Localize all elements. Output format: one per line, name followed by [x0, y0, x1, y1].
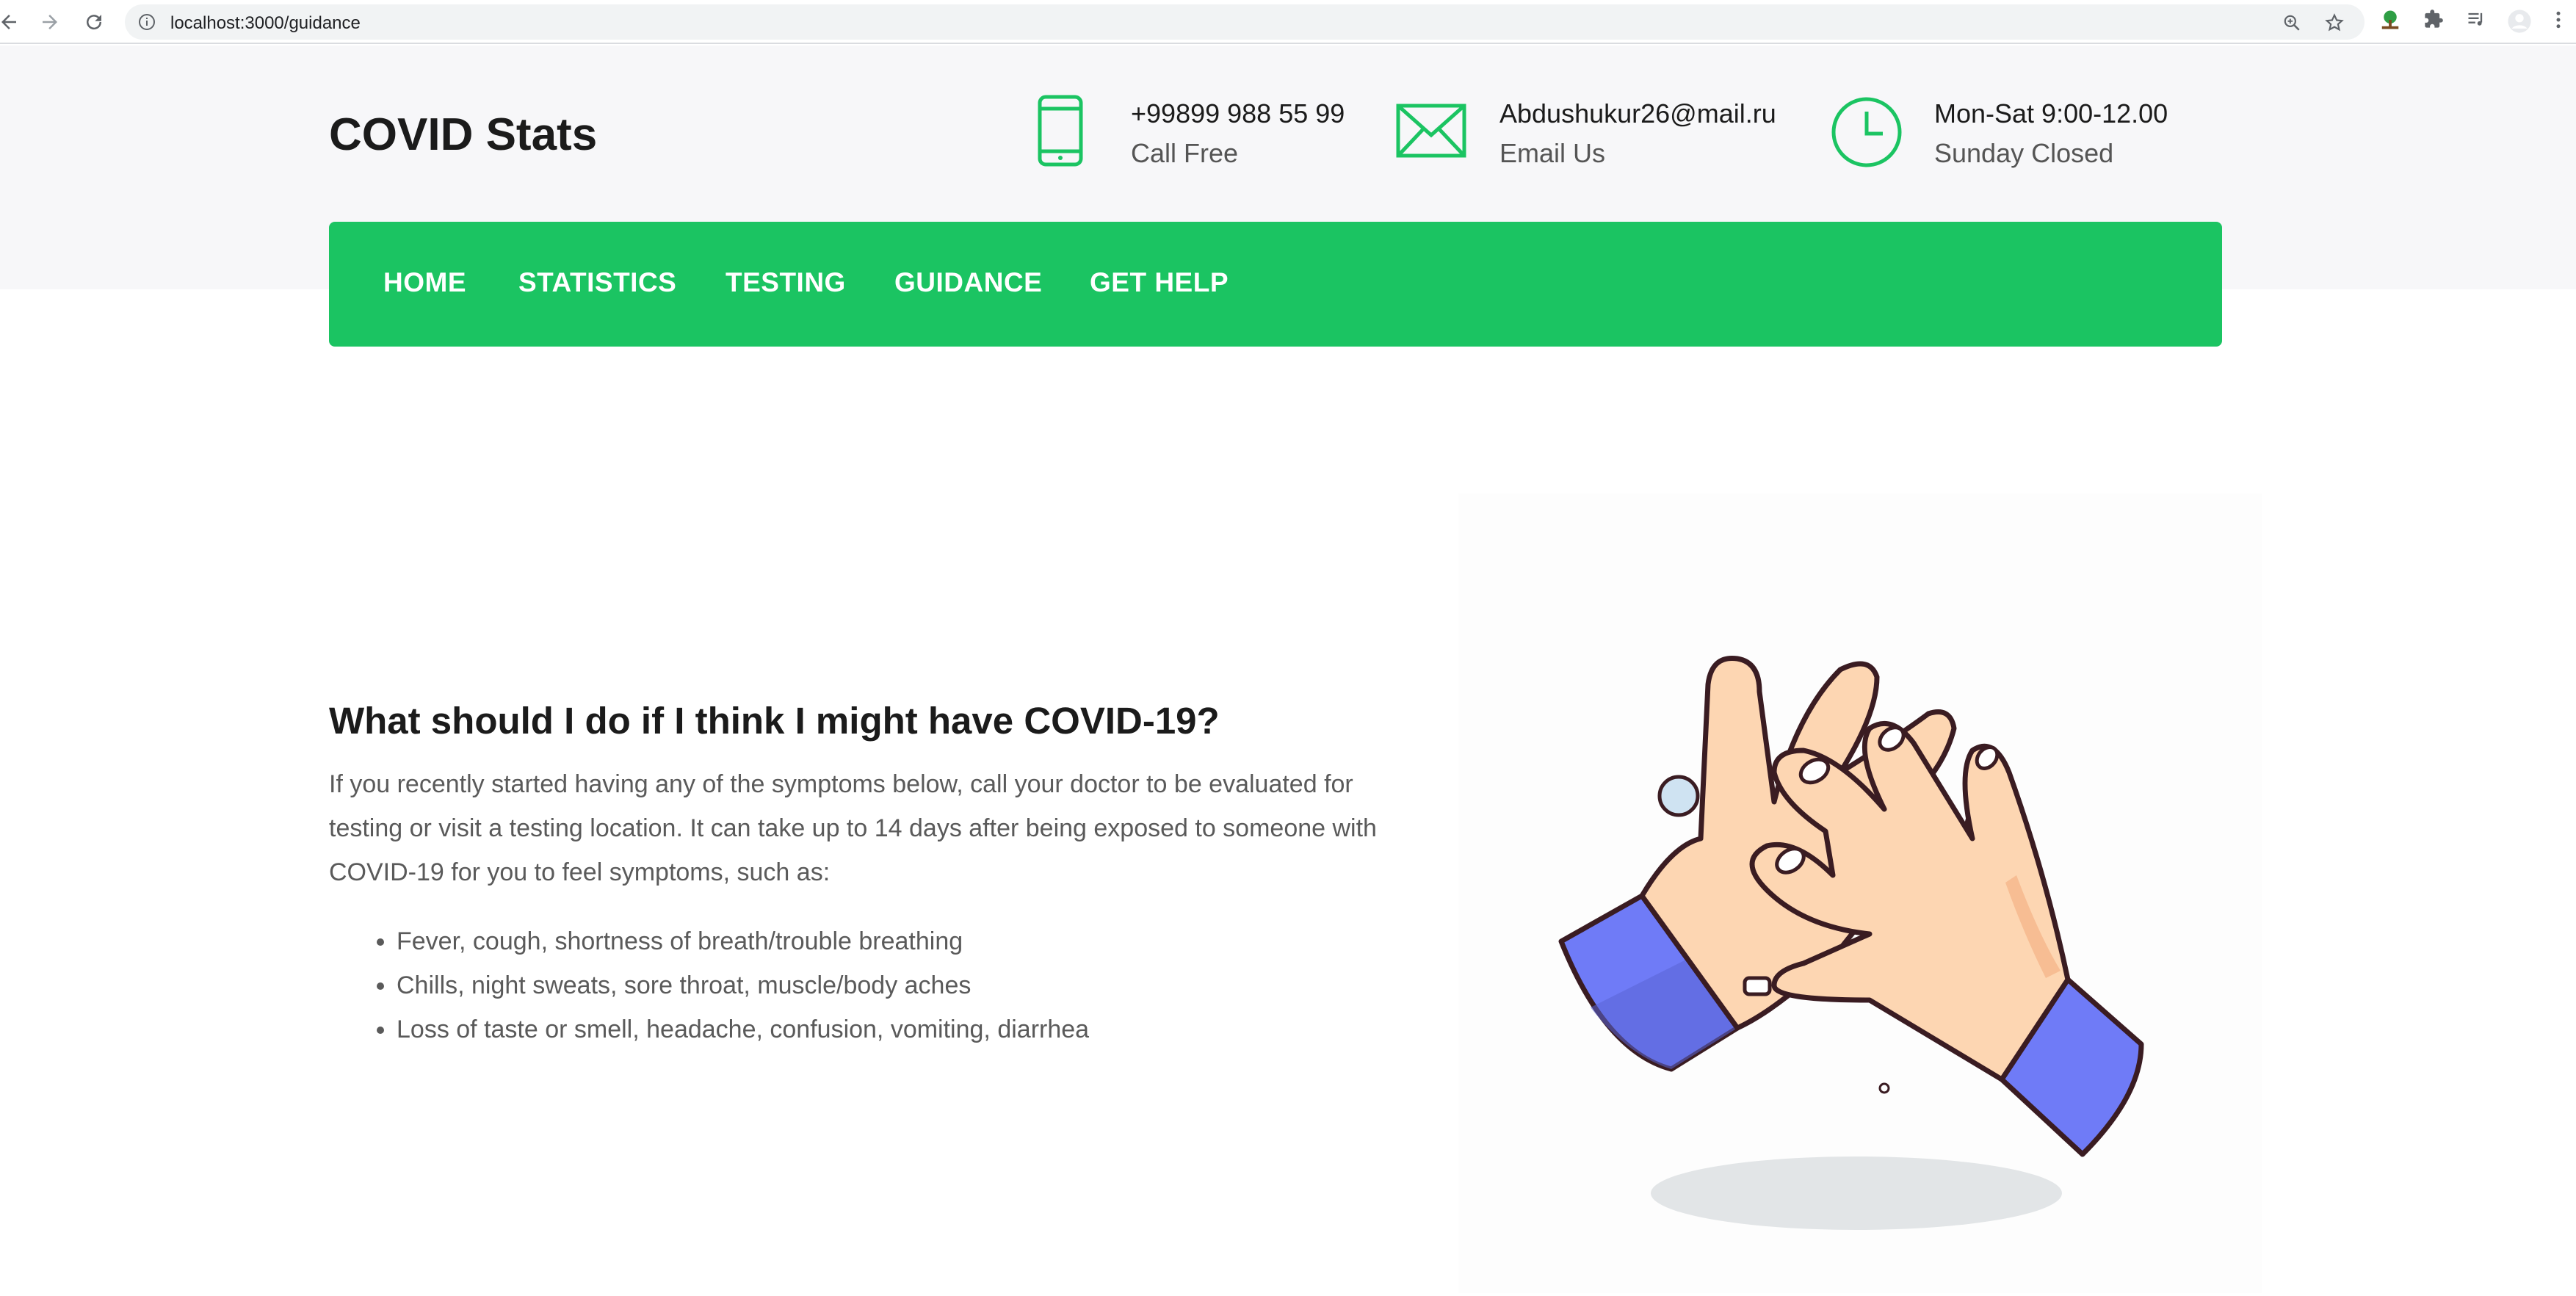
hours-sunday: Sunday Closed	[1934, 138, 2114, 168]
site-logo[interactable]: COVID Stats	[329, 109, 597, 161]
browser-toolbar: localhost:3000/guidance	[0, 0, 2576, 44]
profile-avatar-icon[interactable]	[2507, 9, 2532, 37]
phone-icon	[1037, 94, 1088, 170]
browser-menu-icon[interactable]	[2553, 9, 2564, 34]
zoom-icon[interactable]	[2282, 13, 2301, 35]
nav-item-home[interactable]: HOME	[383, 267, 466, 298]
list-item: Chills, night sweats, sore throat, muscl…	[397, 963, 1089, 1007]
hand-washing-illustration	[1458, 493, 2262, 1293]
hand-washing-image	[1558, 655, 2144, 1230]
email-caption: Email Us	[1499, 138, 1606, 168]
forward-icon[interactable]	[37, 9, 63, 35]
symptom-list: Fever, cough, shortness of breath/troubl…	[397, 919, 1089, 1051]
list-item: Fever, cough, shortness of breath/troubl…	[397, 919, 1089, 963]
media-queue-icon[interactable]	[2466, 9, 2486, 32]
mail-icon	[1395, 103, 1467, 162]
list-item: Loss of taste or smell, headache, confus…	[397, 1007, 1089, 1051]
back-icon[interactable]	[0, 9, 22, 35]
hours-weekday: Mon-Sat 9:00-12.00	[1934, 98, 2168, 128]
address-url[interactable]: localhost:3000/guidance	[170, 13, 361, 34]
address-bar[interactable]: localhost:3000/guidance	[125, 4, 2365, 40]
reload-icon[interactable]	[81, 9, 107, 35]
contact-hours: Mon-Sat 9:00-12.00 Sunday Closed	[1830, 94, 2212, 175]
main-nav: HOME STATISTICS TESTING GUIDANCE GET HEL…	[329, 222, 2222, 347]
contact-phone: +99899 988 55 99 Call Free	[1037, 94, 1389, 175]
nav-item-get-help[interactable]: GET HELP	[1090, 267, 1229, 298]
guidance-paragraph: If you recently started having any of th…	[329, 770, 1377, 886]
phone-number[interactable]: +99899 988 55 99	[1131, 98, 1345, 129]
clock-icon	[1830, 95, 1903, 172]
phone-caption: Call Free	[1131, 138, 1239, 168]
nav-item-guidance[interactable]: GUIDANCE	[894, 267, 1042, 298]
extensions-puzzle-icon[interactable]	[2423, 9, 2444, 32]
contact-email: Abdushukur26@mail.ru Email Us	[1395, 94, 1806, 175]
nav-item-testing[interactable]: TESTING	[726, 267, 846, 298]
bookmark-star-icon[interactable]	[2325, 13, 2344, 35]
nav-item-statistics[interactable]: STATISTICS	[518, 267, 676, 298]
extension-tree-icon[interactable]	[2379, 9, 2401, 34]
email-address[interactable]: Abdushukur26@mail.ru	[1499, 98, 1776, 129]
site-info-icon[interactable]	[138, 13, 156, 34]
guidance-heading: What should I do if I think I might have…	[329, 700, 1220, 742]
